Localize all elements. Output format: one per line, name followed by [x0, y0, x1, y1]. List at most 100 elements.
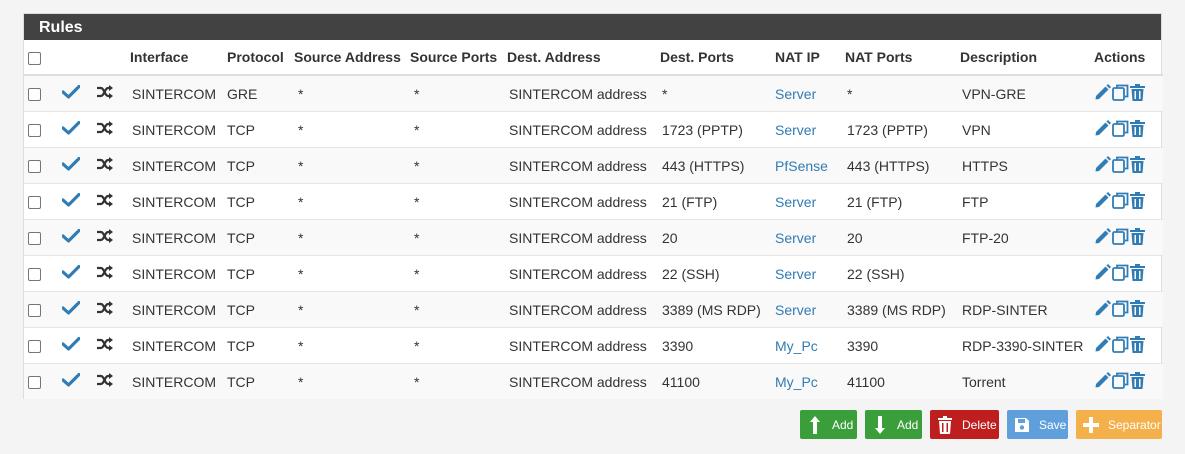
row-status: [58, 111, 92, 148]
copy-icon[interactable]: [1112, 228, 1129, 248]
table-row[interactable]: SINTERCOM TCP * * SINTERCOM address 41100 My_P…: [24, 363, 1163, 399]
cell-nat-ip[interactable]: PfSense: [771, 147, 841, 184]
table-row[interactable]: SINTERCOM TCP * * SINTERCOM address 3389 (MS …: [24, 291, 1163, 328]
copy-icon[interactable]: [1112, 156, 1129, 176]
cell-nat-ip[interactable]: My_Pc: [771, 327, 841, 364]
copy-icon[interactable]: [1112, 336, 1129, 356]
trash-icon[interactable]: [1130, 227, 1145, 248]
trash-icon[interactable]: [1130, 119, 1145, 140]
separator-button[interactable]: Separator: [1076, 410, 1162, 439]
add-bottom-label: Add: [897, 417, 919, 432]
cell-dest-address: SINTERCOM address: [503, 363, 656, 399]
check-icon[interactable]: [61, 193, 81, 210]
pencil-icon[interactable]: [1094, 371, 1111, 392]
pencil-icon[interactable]: [1094, 155, 1111, 176]
table-row[interactable]: SINTERCOM TCP * * SINTERCOM address 20 Server 2…: [24, 219, 1163, 256]
cell-source-ports: *: [406, 111, 503, 148]
check-icon[interactable]: [61, 157, 81, 174]
cell-interface: SINTERCOM: [126, 111, 223, 148]
table-row[interactable]: SINTERCOM TCP * * SINTERCOM address 3390 My_Pc…: [24, 327, 1163, 364]
row-nat-type: [92, 327, 126, 364]
cell-nat-ports: 21 (FTP): [841, 183, 956, 220]
row-checkbox[interactable]: [28, 160, 41, 174]
cell-nat-ip[interactable]: Server: [771, 111, 841, 148]
trash-icon[interactable]: [1130, 155, 1145, 176]
cell-source-ports: *: [406, 147, 503, 184]
column-source-ports[interactable]: Source Ports: [406, 40, 503, 76]
copy-icon[interactable]: [1112, 300, 1129, 320]
table-row[interactable]: SINTERCOM TCP * * SINTERCOM address 21 (FTP) S…: [24, 183, 1163, 220]
copy-icon[interactable]: [1112, 120, 1129, 140]
cell-nat-ip[interactable]: Server: [771, 291, 841, 328]
add-top-button[interactable]: Add: [800, 410, 857, 439]
cell-dest-address: SINTERCOM address: [503, 74, 656, 112]
cell-nat-ip[interactable]: Server: [771, 183, 841, 220]
trash-icon[interactable]: [1130, 191, 1145, 212]
cell-dest-address: SINTERCOM address: [503, 291, 656, 328]
copy-icon[interactable]: [1112, 84, 1129, 104]
copy-icon[interactable]: [1112, 372, 1129, 392]
copy-icon[interactable]: [1112, 192, 1129, 212]
check-icon[interactable]: [61, 85, 81, 102]
column-interface[interactable]: Interface: [126, 40, 223, 76]
add-top-label: Add: [832, 417, 854, 432]
cell-nat-ip[interactable]: My_Pc: [771, 363, 841, 399]
shuffle-icon: [96, 300, 114, 319]
add-bottom-button[interactable]: Add: [865, 410, 922, 439]
table-row[interactable]: SINTERCOM TCP * * SINTERCOM address 1723 (PPT…: [24, 111, 1163, 148]
select-all-checkbox[interactable]: [28, 51, 41, 65]
trash-icon[interactable]: [1130, 263, 1145, 284]
row-nat-type: [92, 111, 126, 148]
column-protocol[interactable]: Protocol: [223, 40, 290, 76]
table-row[interactable]: SINTERCOM GRE * * SINTERCOM address * Server * V…: [24, 74, 1163, 112]
check-icon[interactable]: [61, 121, 81, 138]
row-checkbox[interactable]: [28, 196, 41, 210]
cell-nat-ip[interactable]: Server: [771, 74, 841, 112]
cell-interface: SINTERCOM: [126, 255, 223, 292]
cell-nat-ports: 3390: [841, 327, 956, 364]
row-checkbox[interactable]: [28, 376, 41, 390]
table-row[interactable]: SINTERCOM TCP * * SINTERCOM address 443 (HTTP…: [24, 147, 1163, 184]
row-checkbox[interactable]: [28, 340, 41, 354]
pencil-icon[interactable]: [1094, 263, 1111, 284]
cell-dest-ports: *: [656, 74, 771, 112]
pencil-icon[interactable]: [1094, 227, 1111, 248]
column-description[interactable]: Description: [956, 40, 1090, 76]
row-checkbox[interactable]: [28, 232, 41, 246]
row-checkbox[interactable]: [28, 304, 41, 318]
pencil-icon[interactable]: [1094, 119, 1111, 140]
trash-icon[interactable]: [1130, 335, 1145, 356]
row-checkbox[interactable]: [28, 268, 41, 282]
row-status: [58, 291, 92, 328]
column-nat-ports[interactable]: NAT Ports: [841, 40, 956, 76]
copy-icon[interactable]: [1112, 264, 1129, 284]
column-dest-address[interactable]: Dest. Address: [503, 40, 656, 76]
column-nat-ip[interactable]: NAT IP: [771, 40, 841, 76]
trash-icon[interactable]: [1130, 299, 1145, 320]
column-actions: Actions: [1090, 40, 1163, 76]
row-select: [24, 255, 58, 292]
cell-dest-ports: 22 (SSH): [656, 255, 771, 292]
pencil-icon[interactable]: [1094, 83, 1111, 104]
check-icon[interactable]: [61, 265, 81, 282]
column-dest-ports[interactable]: Dest. Ports: [656, 40, 771, 76]
table-row[interactable]: SINTERCOM TCP * * SINTERCOM address 22 (SSH) S…: [24, 255, 1163, 292]
cell-description: VPN: [956, 111, 1090, 148]
trash-icon[interactable]: [1130, 371, 1145, 392]
pencil-icon[interactable]: [1094, 299, 1111, 320]
pencil-icon[interactable]: [1094, 191, 1111, 212]
row-checkbox[interactable]: [28, 124, 41, 138]
column-source-address[interactable]: Source Address: [290, 40, 406, 76]
pencil-icon[interactable]: [1094, 335, 1111, 356]
cell-nat-ip[interactable]: Server: [771, 219, 841, 256]
check-icon[interactable]: [61, 229, 81, 246]
trash-icon[interactable]: [1130, 83, 1145, 104]
row-checkbox[interactable]: [28, 88, 41, 102]
check-icon[interactable]: [61, 373, 81, 390]
cell-nat-ports: 443 (HTTPS): [841, 147, 956, 184]
save-button[interactable]: Save: [1007, 410, 1068, 439]
check-icon[interactable]: [61, 301, 81, 318]
cell-nat-ip[interactable]: Server: [771, 255, 841, 292]
delete-button[interactable]: Delete: [930, 410, 999, 439]
check-icon[interactable]: [61, 337, 81, 354]
